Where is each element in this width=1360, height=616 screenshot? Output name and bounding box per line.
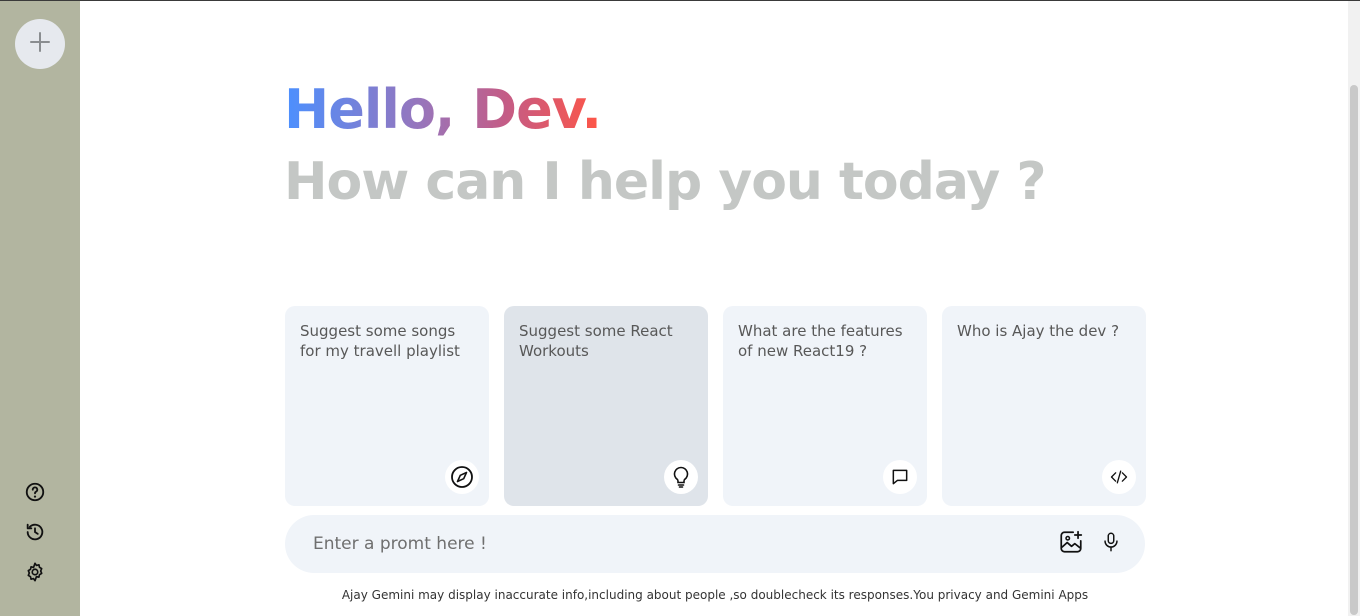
disclaimer-text: Ajay Gemini may display inaccurate info,…: [341, 588, 1089, 602]
new-chat-button[interactable]: [15, 19, 65, 69]
history-button[interactable]: [24, 523, 46, 545]
image-add-icon: [1058, 529, 1084, 559]
greeting-hello: Hello, Dev.: [284, 78, 602, 141]
upload-image-button[interactable]: [1057, 530, 1085, 558]
message-icon: [883, 460, 917, 494]
microphone-button[interactable]: [1097, 530, 1125, 558]
sidebar: [0, 1, 80, 616]
plus-icon: [28, 30, 52, 58]
history-icon: [24, 521, 46, 547]
settings-button[interactable]: [24, 561, 46, 587]
greeting-title: Hello, Dev.: [284, 77, 602, 143]
suggestion-card-songs[interactable]: Suggest some songs for my travell playli…: [285, 306, 489, 506]
greeting-subtitle: How can I help you today ?: [284, 152, 1047, 212]
suggestion-card-text: What are the features of new React19 ?: [738, 322, 903, 360]
app-window: Hello, Dev. How can I help you today ? S…: [0, 0, 1360, 616]
suggestion-card-text: Who is Ajay the dev ?: [957, 322, 1120, 340]
suggestion-card-text: Suggest some React Workouts: [519, 322, 673, 360]
help-icon: [24, 481, 46, 507]
prompt-input[interactable]: [313, 534, 1045, 554]
prompt-bar: [285, 515, 1145, 573]
vertical-scrollbar[interactable]: [1348, 1, 1360, 616]
microphone-icon: [1100, 531, 1122, 557]
suggestion-card-react-workouts[interactable]: Suggest some React Workouts: [504, 306, 708, 506]
settings-icon: [24, 561, 46, 587]
suggestion-cards: Suggest some songs for my travell playli…: [285, 306, 1146, 506]
suggestion-card-ajay[interactable]: Who is Ajay the dev ?: [942, 306, 1146, 506]
bulb-icon: [664, 460, 698, 494]
code-icon: [1102, 460, 1136, 494]
suggestion-card-react19[interactable]: What are the features of new React19 ?: [723, 306, 927, 506]
help-button[interactable]: [24, 481, 46, 507]
compass-icon: [445, 460, 479, 494]
scrollbar-thumb[interactable]: [1350, 85, 1358, 615]
suggestion-card-text: Suggest some songs for my travell playli…: [300, 322, 460, 360]
